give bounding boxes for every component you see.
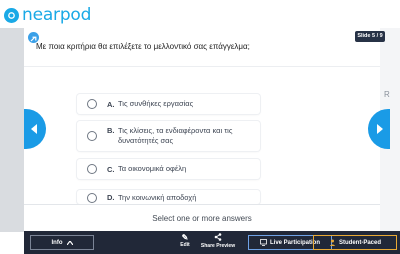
chevron-right-icon: [377, 124, 383, 134]
answer-option-b[interactable]: B. Τις κλίσεις, τα ενδιαφέροντα και τις …: [77, 121, 260, 151]
nearpod-logo-icon: [4, 7, 19, 23]
answer-option-a[interactable]: A. Τις συνθήκες εργασίας: [77, 94, 260, 114]
option-label: Την κοινωνική αποδοχή: [118, 193, 197, 202]
share-icon: [198, 233, 238, 243]
option-label: Τις κλίσεις, τα ενδιαφέροντα και τις δυν…: [118, 126, 233, 145]
option-letter: A.: [107, 100, 115, 109]
radio-button[interactable]: [87, 99, 97, 109]
logo-text: nearpod: [22, 5, 92, 25]
student-paced-button[interactable]: Student-Paced: [313, 235, 397, 250]
question-band: Με ποια κριτήρια θα επιλέξετε το μελλοντ…: [24, 28, 380, 67]
student-label: Student-Paced: [338, 239, 381, 246]
share-label: Share Preview: [200, 243, 236, 249]
radio-button[interactable]: [87, 164, 97, 174]
pencil-icon: ✎: [181, 233, 189, 242]
person-icon: [329, 239, 336, 246]
option-letter: D.: [107, 193, 115, 202]
instruction-text: Select one or more answers: [152, 214, 252, 223]
answer-option-d[interactable]: D. Την κοινωνική αποδοχή: [77, 190, 260, 204]
option-label: Τις συνθήκες εργασίας: [118, 99, 194, 108]
top-bar: nearpod: [0, 0, 400, 29]
info-label: Info: [51, 239, 63, 246]
question-text: Με ποια κριτήρια θα επιλέξετε το μελλοντ…: [36, 42, 250, 51]
option-letter: B.: [107, 126, 115, 135]
chevron-up-icon: [66, 240, 73, 245]
monitor-icon: [260, 239, 267, 246]
edit-button[interactable]: ✎ Edit: [175, 233, 195, 248]
answer-option-c[interactable]: C. Τα οικονομικά οφέλη: [77, 159, 260, 179]
share-preview-button[interactable]: Share Preview: [198, 233, 238, 249]
next-slide-letter: R: [384, 90, 390, 99]
radio-button[interactable]: [87, 131, 97, 141]
radio-button[interactable]: [87, 193, 97, 203]
nearpod-logo[interactable]: nearpod: [4, 5, 91, 25]
edit-label: Edit: [180, 242, 190, 248]
slide-counter: Slide 5 / 9: [355, 31, 385, 42]
chevron-left-icon: [31, 124, 37, 134]
option-letter: C.: [107, 165, 115, 174]
instruction-bar: Select one or more answers: [24, 204, 380, 231]
option-label: Τα οικονομικά οφέλη: [118, 164, 187, 173]
bottom-toolbar: Info ✎ Edit Share Preview Live Participa…: [24, 231, 400, 254]
info-button[interactable]: Info: [30, 235, 94, 250]
